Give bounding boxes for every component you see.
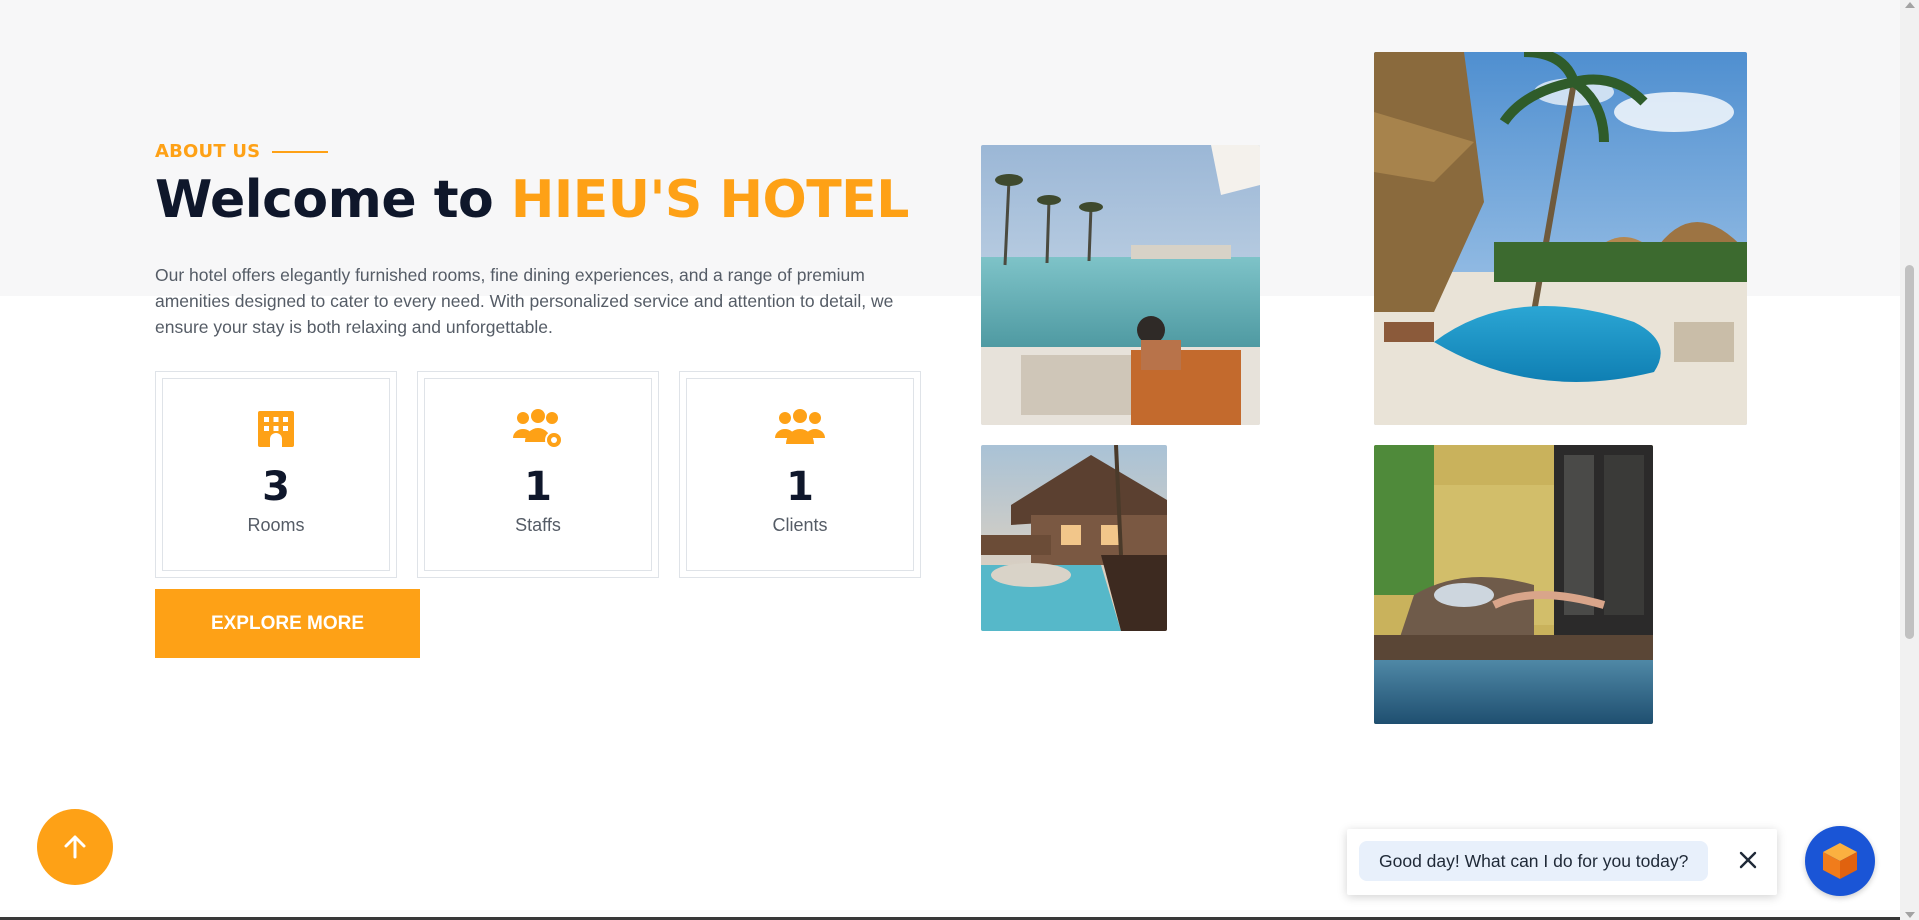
photo-beach-pool[interactable]	[981, 145, 1260, 425]
stat-label: Staffs	[515, 515, 561, 535]
scrollbar-thumb[interactable]	[1905, 265, 1914, 639]
staff-settings-icon	[512, 407, 564, 451]
section-label-line	[272, 150, 329, 153]
stat-card-staffs: 1 Staffs	[417, 371, 659, 578]
stat-card-clients: 1 Clients	[679, 371, 921, 578]
page-scrollbar[interactable]	[1900, 0, 1919, 920]
about-description: Our hotel offers elegantly furnished roo…	[155, 265, 894, 337]
hotel-icon	[250, 407, 302, 451]
section-label-text: ABOUT US	[155, 141, 261, 162]
stat-card-inner: 1 Staffs	[424, 378, 652, 571]
about-section: ABOUT US Welcome to HIEU'S HOTEL Our hot…	[0, 0, 1900, 920]
page-title: Welcome to HIEU'S HOTEL	[155, 170, 909, 230]
stat-label: Clients	[772, 515, 828, 535]
title-brand: HIEU'S HOTEL	[510, 170, 909, 230]
scroll-up-arrow-icon[interactable]	[1905, 2, 1915, 8]
close-icon[interactable]	[1733, 845, 1763, 875]
photo-poolside-cabin[interactable]	[981, 445, 1167, 631]
cube-logo-icon	[1823, 843, 1857, 879]
explore-more-button[interactable]: EXPLORE MORE	[155, 589, 420, 658]
stat-value: 1	[524, 464, 552, 510]
users-icon	[774, 407, 826, 451]
stat-value: 3	[262, 464, 290, 510]
photo-poolside-lounger[interactable]	[1374, 445, 1653, 724]
stat-card-inner: 1 Clients	[686, 378, 914, 571]
stat-value: 1	[786, 464, 814, 510]
chat-greeting-popup: Good day! What can I do for you today?	[1347, 829, 1777, 895]
scroll-to-top-button[interactable]	[37, 809, 113, 885]
arrow-up-icon	[64, 835, 86, 859]
section-label: ABOUT US	[155, 141, 329, 162]
scroll-down-arrow-icon[interactable]	[1905, 912, 1915, 918]
chat-greeting-message[interactable]: Good day! What can I do for you today?	[1359, 841, 1709, 881]
stat-card-rooms: 3 Rooms	[155, 371, 397, 578]
photo-tropical-resort-pool[interactable]	[1374, 52, 1747, 425]
chat-launcher-button[interactable]	[1805, 826, 1875, 896]
stat-card-inner: 3 Rooms	[162, 378, 390, 571]
title-prefix: Welcome to	[155, 170, 511, 230]
stat-label: Rooms	[247, 515, 305, 535]
